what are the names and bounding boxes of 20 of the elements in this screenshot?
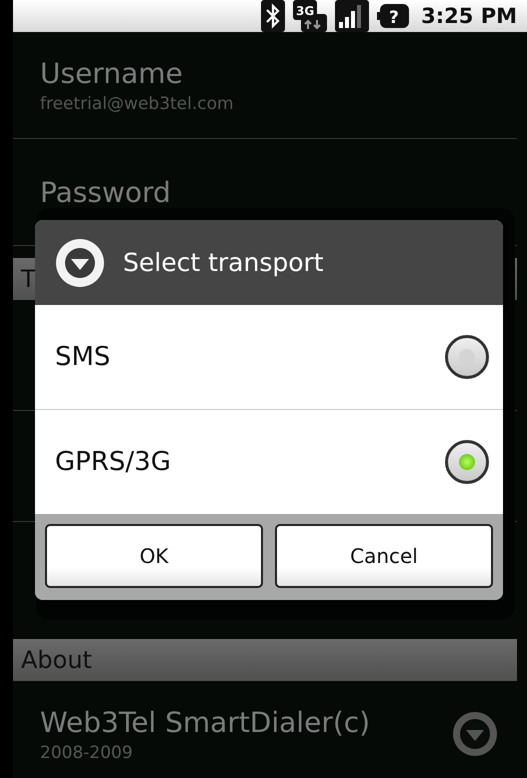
option-label: GPRS/3G <box>55 447 171 477</box>
radio-button[interactable] <box>445 440 489 484</box>
settings-item[interactable]: Username freetrial@web3tel.com <box>13 32 517 139</box>
dropdown-icon <box>55 238 105 288</box>
item-title: Web3Tel SmartDialer(c) <box>40 706 372 738</box>
item-summary: freetrial@web3tel.com <box>40 94 235 114</box>
ok-button[interactable]: OK <box>45 524 263 588</box>
cancel-button[interactable]: Cancel <box>275 524 493 588</box>
radio-option[interactable]: GPRS/3G <box>35 410 503 514</box>
item-title: Username <box>40 56 184 90</box>
section-header: About <box>13 639 517 681</box>
radio-button[interactable] <box>445 335 489 379</box>
dropdown-icon[interactable] <box>451 710 499 758</box>
clock-time: 3:25 PM <box>421 4 517 28</box>
settings-item[interactable]: Web3Tel SmartDialer(c) 2008-2009 <box>13 681 517 778</box>
radio-option[interactable]: SMS <box>35 305 503 410</box>
option-label: SMS <box>55 342 110 372</box>
item-summary: 2008-2009 <box>40 742 134 762</box>
unknown-battery-icon: ? <box>377 4 410 28</box>
item-title: Password <box>40 176 172 208</box>
